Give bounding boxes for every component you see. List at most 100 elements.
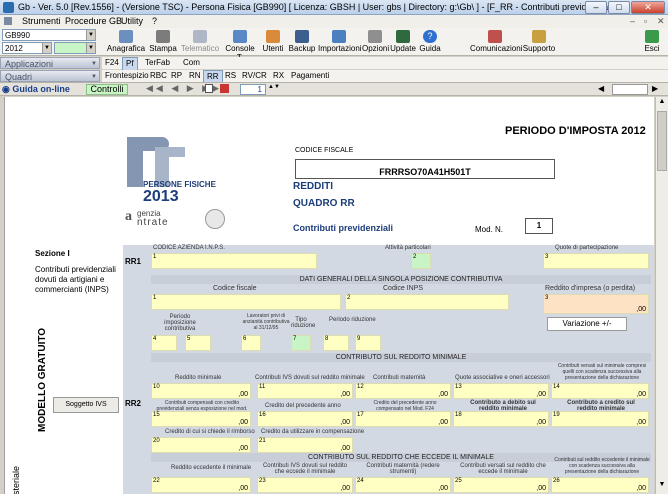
mdi-minimize-button[interactable]: – — [630, 16, 635, 26]
users-icon — [266, 30, 280, 43]
opzioni-button[interactable]: Opzioni — [362, 29, 390, 55]
field-21[interactable]: 21,00 — [257, 437, 353, 453]
tab-rx[interactable]: RX — [270, 70, 287, 82]
esci-button[interactable]: Esci — [640, 29, 664, 55]
minimize-button[interactable]: – — [585, 1, 607, 14]
quadri-label: Quadri — [5, 72, 33, 82]
field-16-value: ,00 — [340, 419, 350, 426]
periodo-imposizione-label: Periodo imposizione contributiva — [164, 314, 196, 332]
field-22[interactable]: 22,00 — [151, 477, 251, 493]
tab-rbc[interactable]: RBC — [147, 70, 170, 82]
codice-inps-field[interactable]: 2 — [345, 294, 509, 310]
field-24[interactable]: 24,00 — [355, 477, 451, 493]
update-button[interactable]: Update — [390, 29, 416, 55]
tab-rs[interactable]: RS — [222, 70, 239, 82]
scroll-right-arrow[interactable]: ▶ — [652, 84, 658, 93]
periodo-al-field[interactable]: 5 — [185, 335, 211, 351]
attivita-label: Attività particolari — [385, 245, 431, 251]
tab-terfab[interactable]: TerFab — [142, 57, 173, 69]
menu-utility[interactable]: Utility — [121, 16, 143, 26]
field-16[interactable]: 16,00 — [257, 411, 353, 427]
status-select[interactable]: ▼ — [54, 42, 96, 54]
stampa-button[interactable]: Stampa — [148, 29, 178, 55]
attivita-field[interactable]: 2 — [411, 253, 431, 269]
tab-pagamenti[interactable]: Pagamenti — [288, 70, 332, 82]
close-button[interactable]: ✕ — [631, 1, 665, 14]
tab-rp[interactable]: RP — [168, 70, 185, 82]
import-icon — [332, 30, 346, 43]
reddito-impresa-field[interactable]: 3,00 — [543, 294, 649, 314]
lavoratori-field[interactable]: 6 — [241, 335, 261, 351]
tab-pf[interactable]: Pf — [122, 57, 138, 71]
year-select[interactable]: 2012 ▼ — [2, 42, 52, 54]
tab-f24[interactable]: F24 — [102, 57, 122, 69]
field-18[interactable]: 18,00 — [453, 411, 549, 427]
field-12[interactable]: 12,00 — [355, 383, 451, 399]
riduzione-al-field[interactable]: 9 — [355, 335, 381, 351]
console-button[interactable]: Console T. — [222, 29, 258, 62]
horizontal-scrollbar[interactable] — [612, 84, 648, 95]
dati-generali-header: DATI GENERALI DELLA SINGOLA POSIZIONE CO… — [151, 275, 651, 284]
menu-procedure[interactable]: Procedure GB — [65, 16, 122, 26]
guida-button[interactable]: ? Guida — [418, 29, 442, 55]
backup-button[interactable]: Backup — [288, 29, 316, 55]
tab-frontespizio[interactable]: Frontespizio — [102, 70, 152, 82]
applicazioni-bar[interactable]: Applicazioni ▼ — [0, 57, 100, 69]
opzioni-label: Opzioni — [362, 44, 390, 53]
field-10[interactable]: 10,00 — [151, 383, 251, 399]
scroll-left-arrow[interactable]: ◀ — [598, 84, 604, 93]
field-23[interactable]: 23,00 — [257, 477, 353, 493]
periodo-riduzione-label: Periodo riduzione — [329, 317, 376, 323]
field-20[interactable]: 20,00 — [151, 437, 251, 453]
vertical-scrollbar[interactable]: ▲ ▼ — [655, 97, 668, 494]
codice-fiscale-field[interactable]: 1 — [151, 294, 341, 310]
field-14[interactable]: 14,00 — [551, 383, 649, 399]
variazione-button[interactable]: Variazione +/- — [547, 317, 627, 331]
delete-page-icon[interactable] — [220, 84, 229, 93]
field-11[interactable]: 11,00 — [257, 383, 353, 399]
telematico-button[interactable]: Telematico — [180, 29, 220, 55]
periodo-dal-field[interactable]: 4 — [151, 335, 177, 351]
quadri-bar[interactable]: Quadri ▼ — [0, 70, 100, 82]
scroll-down-arrow[interactable]: ▼ — [657, 481, 667, 491]
new-page-icon[interactable] — [205, 84, 213, 93]
tipo-riduzione-field[interactable]: 7 — [291, 335, 311, 351]
mdi-close-button[interactable]: ✕ — [657, 16, 665, 27]
field-19[interactable]: 19,00 — [551, 411, 649, 427]
sezione-description: Contributi previdenziali dovuti da artig… — [35, 265, 116, 294]
tab-com[interactable]: Com — [180, 57, 203, 69]
maximize-button[interactable]: □ — [608, 1, 630, 14]
field-25[interactable]: 25,00 — [453, 477, 549, 493]
tab-rn[interactable]: RN — [186, 70, 204, 82]
versati-eccede-label: Contributi versati sul reddito che ecced… — [460, 463, 546, 475]
importazioni-button[interactable]: Importazioni — [318, 29, 362, 55]
agenzia-logo-letter: a — [125, 209, 132, 224]
tab-rv-cr[interactable]: RV/CR — [239, 70, 270, 82]
menu-strumenti[interactable]: Strumenti — [22, 16, 61, 26]
quote-field[interactable]: 3 — [543, 253, 649, 269]
utenti-button[interactable]: Utenti — [260, 29, 286, 55]
mdi-restore-button[interactable]: ▫ — [644, 16, 647, 26]
menu-help[interactable]: ? — [152, 16, 157, 26]
controlli-button[interactable]: Controlli — [86, 84, 128, 95]
field-26[interactable]: 26,00 — [551, 477, 649, 493]
riduzione-dal-field[interactable]: 8 — [323, 335, 349, 351]
soggetto-ivs-button[interactable]: Soggetto IVS — [53, 397, 119, 413]
comunicazioni-button[interactable]: Comunicazioni — [470, 29, 522, 55]
field-25-value: ,00 — [536, 485, 546, 492]
scroll-up-arrow[interactable]: ▲ — [657, 98, 667, 108]
field-13[interactable]: 13,00 — [453, 383, 549, 399]
guida-online-link[interactable]: ◉ Guida on-line — [2, 84, 82, 95]
scroll-thumb[interactable] — [657, 111, 667, 171]
module-select[interactable]: GB990 ▼ — [2, 29, 96, 41]
supporto-button[interactable]: Supporto — [522, 29, 556, 55]
quote-assoc-label: Quote associative e oneri accessori — [455, 375, 550, 381]
field-15[interactable]: 15,00 — [151, 411, 251, 427]
page-spinner[interactable]: ▲▼ — [268, 84, 280, 95]
field-17[interactable]: 17,00 — [355, 411, 451, 427]
codice-azienda-field[interactable]: 1 — [151, 253, 317, 269]
page-number-field[interactable]: 1 — [240, 84, 266, 95]
reddito-eccedente-label: Reddito eccedente il minimale — [171, 465, 252, 471]
anagrafica-button[interactable]: Anagrafica — [106, 29, 146, 55]
mod-number[interactable]: 1 — [525, 218, 553, 234]
